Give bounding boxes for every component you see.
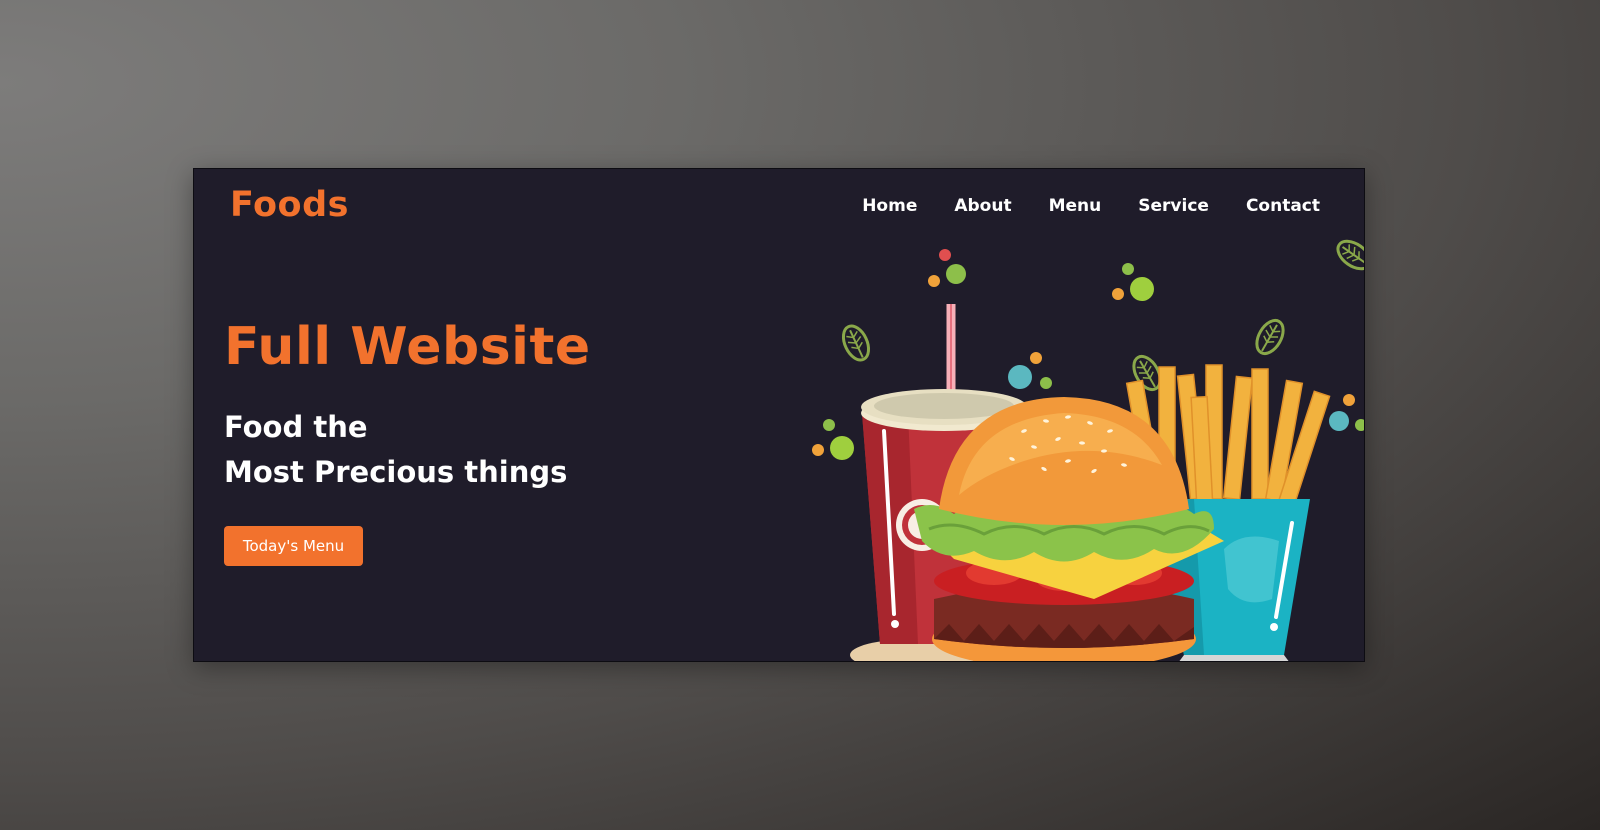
fries-icon	[1125, 364, 1331, 661]
nav-contact[interactable]: Contact	[1246, 196, 1320, 216]
leaf-icon	[836, 234, 1364, 462]
main-nav: Home About Menu Service Contact	[862, 196, 1320, 216]
todays-menu-button[interactable]: Today's Menu	[224, 526, 363, 566]
hero-title: Full Website	[224, 317, 591, 377]
hero-subtitle: Food the Most Precious things	[224, 405, 567, 495]
nav-menu[interactable]: Menu	[1049, 196, 1102, 216]
soda-cup-icon	[861, 304, 1027, 644]
decor-dots	[812, 249, 1364, 460]
hero-subtitle-line2: Most Precious things	[224, 455, 568, 489]
nav-service[interactable]: Service	[1138, 196, 1209, 216]
website-preview: Foods Home About Menu Service Contact Fu…	[193, 168, 1365, 662]
hero-subtitle-line1: Food the	[224, 410, 368, 444]
nav-home[interactable]: Home	[862, 196, 917, 216]
burger-icon	[914, 397, 1224, 661]
logo[interactable]: Foods	[230, 185, 349, 225]
nav-about[interactable]: About	[954, 196, 1011, 216]
